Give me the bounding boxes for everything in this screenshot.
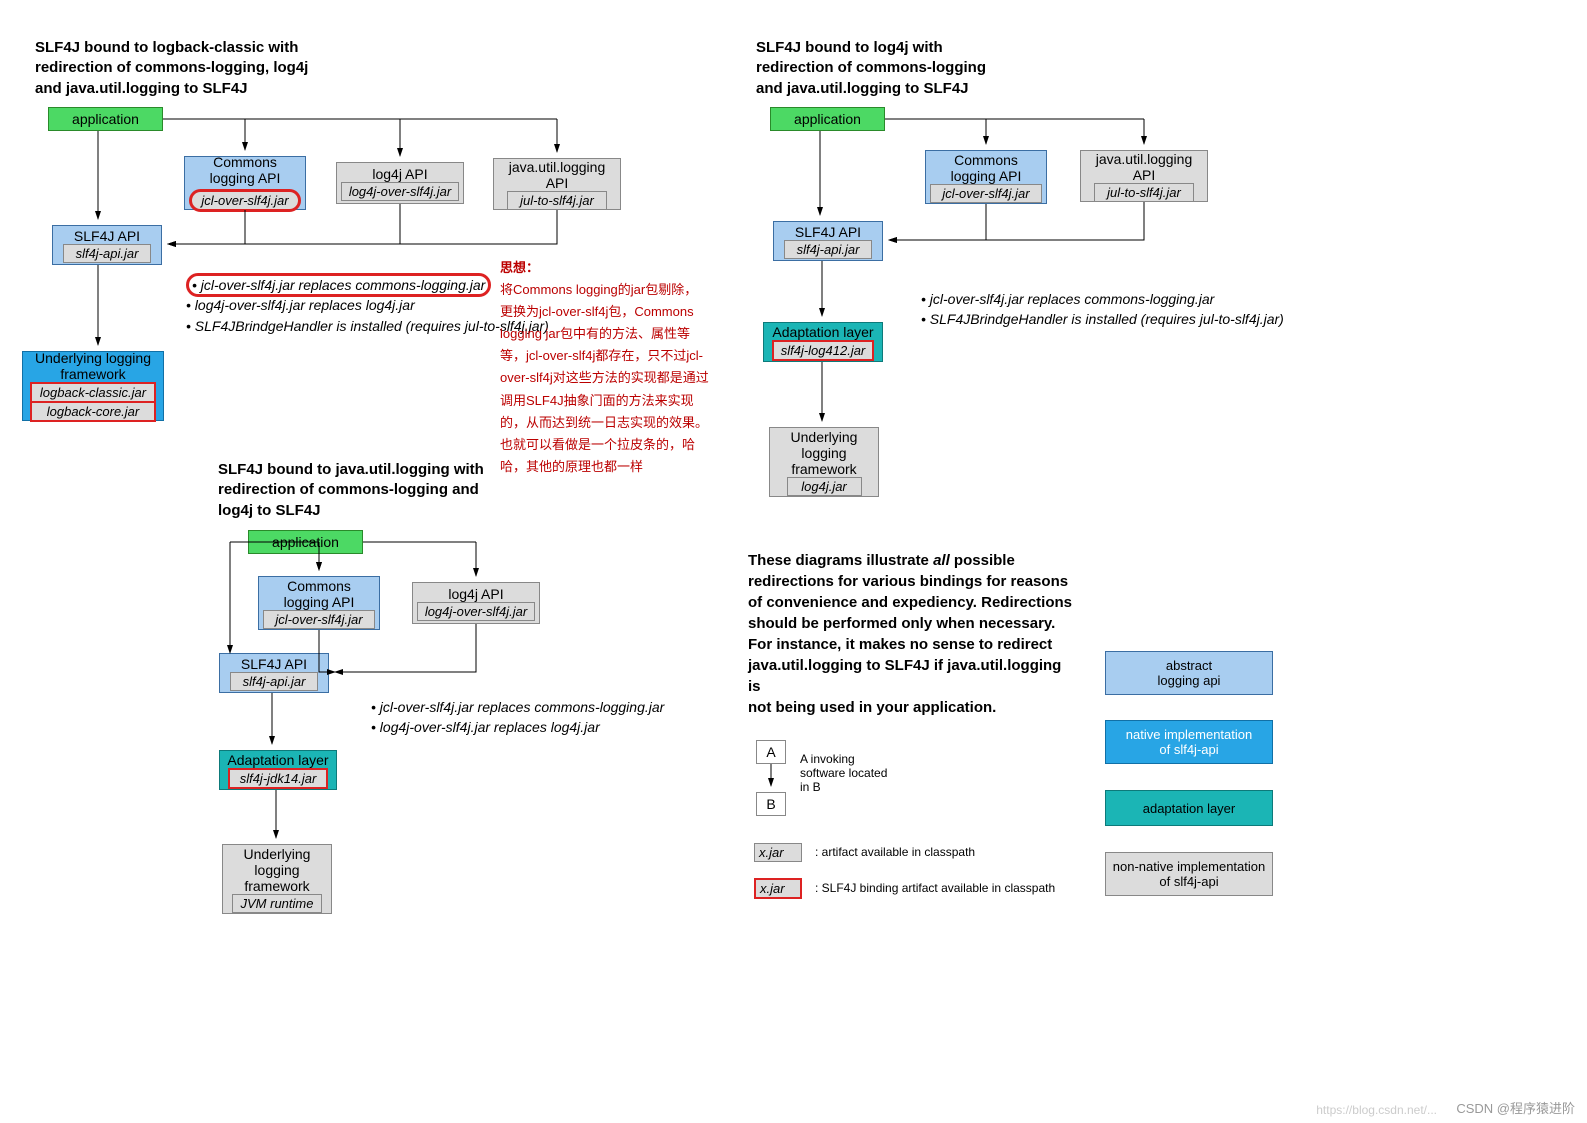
d1-commons-api: Commons logging API jcl-over-slf4j.jar — [184, 156, 306, 210]
d2-commons-api-label: Commons logging API — [284, 578, 355, 610]
d3-b1: • jcl-over-slf4j.jar replaces commons-lo… — [921, 291, 1214, 307]
d3-b2: • SLF4JBrindgeHandler is installed (requ… — [921, 311, 1284, 327]
d3-jcl-jar: jcl-over-slf4j.jar — [930, 184, 1042, 203]
d2-commons-api: Commons logging API jcl-over-slf4j.jar — [258, 576, 380, 630]
legend-adaptation: adaptation layer — [1105, 790, 1273, 826]
d2-ul-jar: JVM runtime — [232, 894, 322, 913]
d2-b2: • log4j-over-slf4j.jar replaces log4j.ja… — [371, 719, 600, 735]
d3-commons-api-label: Commons logging API — [951, 152, 1022, 184]
legend-A: A — [756, 740, 786, 764]
legend-xjar2: x.jar — [754, 878, 802, 899]
d3-slf4j-api-label: SLF4J API — [795, 224, 861, 240]
d1-commons-api-label: Commons logging API — [210, 154, 281, 186]
watermark-url: https://blog.csdn.net/... — [1316, 1103, 1437, 1117]
d2-log4j-api-label: log4j API — [448, 586, 503, 602]
d2-log4j-api: log4j API log4j-over-slf4j.jar — [412, 582, 540, 624]
d2-slf4j-api-label: SLF4J API — [241, 656, 307, 672]
d2-adaptation-label: Adaptation layer — [227, 752, 328, 768]
annotation-header: 思想： — [500, 260, 539, 275]
legend-xjar1-text: : artifact available in classpath — [815, 845, 975, 859]
d3-slf4j-jar: slf4j-api.jar — [784, 240, 872, 259]
d3-adaptation-label: Adaptation layer — [772, 324, 873, 340]
annotation: 思想： 将Commons logging的jar包剔除，更换为jcl-over-… — [500, 257, 710, 478]
d2-b1: • jcl-over-slf4j.jar replaces commons-lo… — [371, 699, 664, 715]
d1-b3: • SLF4JBrindgeHandler is installed (requ… — [186, 318, 549, 334]
d1-logback2: logback-core.jar — [30, 403, 156, 422]
legend-xjar1: x.jar — [754, 843, 802, 862]
d3-adapt-jar: slf4j-log412.jar — [772, 340, 874, 361]
d3-jul-api-label: java.util.logging API — [1096, 151, 1193, 183]
d1-slf4j-jar: slf4j-api.jar — [63, 244, 151, 263]
d1-application: application — [48, 107, 163, 131]
d1-underlying-label: Underlying logging framework — [35, 350, 151, 382]
d1-jul-api: java.util.logging API jul-to-slf4j.jar — [493, 158, 621, 210]
d3-underlying-label: Underlying logging framework — [791, 429, 858, 477]
legend-nonnative: non-native implementation of slf4j-api — [1105, 852, 1273, 896]
d3-jul-api: java.util.logging API jul-to-slf4j.jar — [1080, 150, 1208, 202]
d1-logback1: logback-classic.jar — [30, 382, 156, 403]
d3-jul-jar: jul-to-slf4j.jar — [1094, 183, 1194, 202]
watermark: CSDN @程序猿进阶 — [1456, 1098, 1575, 1117]
d2-slf4j-api: SLF4J API slf4j-api.jar — [219, 653, 329, 693]
d1-log4j-api-label: log4j API — [372, 166, 427, 182]
d1-slf4j-api: SLF4J API slf4j-api.jar — [52, 225, 162, 265]
d2-underlying-label: Underlying logging framework — [244, 846, 311, 894]
d1-slf4j-api-label: SLF4J API — [74, 228, 140, 244]
legend-native-impl: native implementation of slf4j-api — [1105, 720, 1273, 764]
d1-underlying: Underlying logging framework logback-cla… — [22, 351, 164, 421]
diagram3-title: SLF4J bound to log4j with redirection of… — [756, 38, 986, 99]
legend-B: B — [756, 792, 786, 816]
diagram1-title: SLF4J bound to logback-classic with redi… — [35, 38, 308, 99]
d3-ul-jar: log4j.jar — [787, 477, 862, 496]
d2-underlying: Underlying logging framework JVM runtime — [222, 844, 332, 914]
d2-adaptation: Adaptation layer slf4j-jdk14.jar — [219, 750, 337, 790]
d3-commons-api: Commons logging API jcl-over-slf4j.jar — [925, 150, 1047, 204]
d1-jcl-jar: jcl-over-slf4j.jar — [189, 189, 301, 212]
d2-log4j-jar: log4j-over-slf4j.jar — [417, 602, 535, 621]
legend-xjar2-text: : SLF4J binding artifact available in cl… — [815, 881, 1055, 895]
d1-jul-jar: jul-to-slf4j.jar — [507, 191, 607, 210]
diagram2-title: SLF4J bound to java.util.logging with re… — [218, 460, 484, 521]
annotation-body: 将Commons logging的jar包剔除，更换为jcl-over-slf4… — [500, 282, 709, 474]
d1-b1: • jcl-over-slf4j.jar replaces commons-lo… — [186, 273, 491, 297]
d3-adaptation: Adaptation layer slf4j-log412.jar — [763, 322, 883, 362]
description: These diagrams illustrate all possible r… — [748, 550, 1078, 718]
d1-bullets: • jcl-over-slf4j.jar replaces commons-lo… — [186, 275, 549, 336]
d3-application: application — [770, 107, 885, 131]
d3-slf4j-api: SLF4J API slf4j-api.jar — [773, 221, 883, 261]
d2-bullets: • jcl-over-slf4j.jar replaces commons-lo… — [371, 697, 664, 738]
d2-application: application — [248, 530, 363, 554]
d2-jcl-jar: jcl-over-slf4j.jar — [263, 610, 375, 629]
d1-log4j-jar: log4j-over-slf4j.jar — [341, 182, 459, 201]
d1-log4j-api: log4j API log4j-over-slf4j.jar — [336, 162, 464, 204]
legend-abstract-api: abstract logging api — [1105, 651, 1273, 695]
d3-bullets: • jcl-over-slf4j.jar replaces commons-lo… — [921, 289, 1284, 330]
d3-underlying: Underlying logging framework log4j.jar — [769, 427, 879, 497]
d1-jul-api-label: java.util.logging API — [509, 159, 606, 191]
d2-slf4j-jar: slf4j-api.jar — [230, 672, 318, 691]
d1-b2: • log4j-over-slf4j.jar replaces log4j.ja… — [186, 297, 415, 313]
d2-adapt-jar: slf4j-jdk14.jar — [228, 768, 328, 789]
legend-AB-text: A invoking software located in B — [800, 752, 887, 794]
